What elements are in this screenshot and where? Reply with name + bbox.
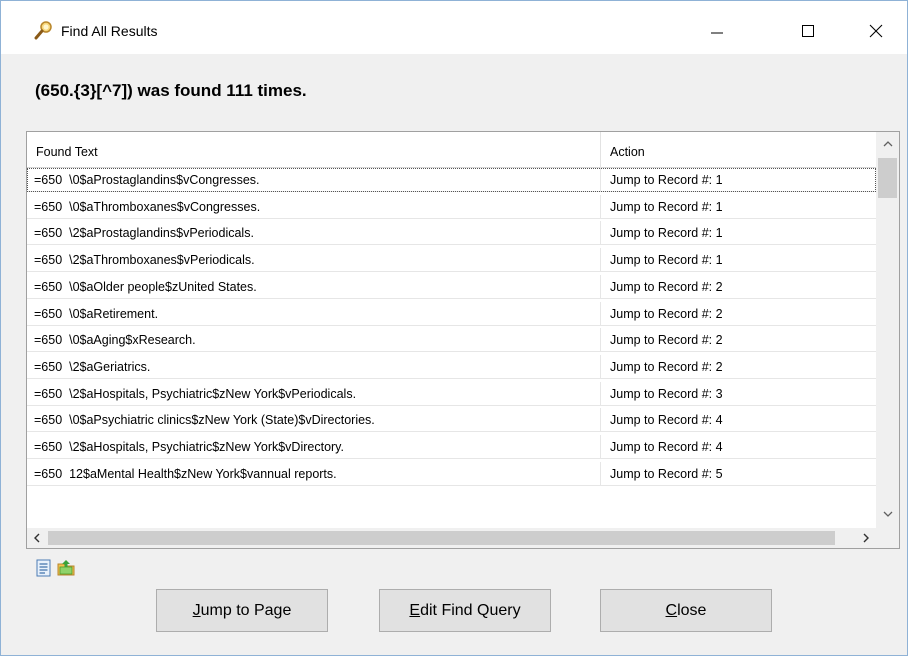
grid-rows: =650 \0$aProstaglandins$vCongresses. Jum… (27, 168, 876, 528)
table-row[interactable]: =650 \2$aThromboxanes$vPeriodicals. Jump… (27, 248, 876, 273)
table-row[interactable]: =650 \0$aRetirement. Jump to Record #: 2 (27, 301, 876, 326)
table-row[interactable]: =650 \2$aHospitals, Psychiatric$zNew Yor… (27, 435, 876, 459)
table-row[interactable]: =650 \0$aThromboxanes$vCongresses. Jump … (27, 194, 876, 219)
found-text-cell: =650 \2$aHospitals, Psychiatric$zNew Yor… (34, 386, 357, 401)
scrollbar-corner (876, 528, 899, 548)
minimize-icon (711, 32, 723, 34)
chevron-down-icon (883, 511, 892, 517)
action-cell[interactable]: Jump to Record #: 2 (610, 360, 723, 374)
found-text-cell: =650 \0$aPsychiatric clinics$zNew York (… (34, 413, 375, 428)
grid-header: Found Text Action (27, 132, 876, 168)
found-text-cell: =650 12$aMental Health$zNew York$vannual… (34, 466, 337, 481)
result-summary: (650.{3}[^7]) was found 111 times. (35, 81, 307, 100)
action-cell[interactable]: Jump to Record #: 2 (610, 307, 723, 321)
edit-find-query-button[interactable]: Edit Find Query (379, 589, 551, 632)
horizontal-scroll-thumb[interactable] (48, 531, 835, 545)
accelerator-key: C (665, 601, 678, 619)
table-row[interactable]: =650 \2$aHospitals, Psychiatric$zNew Yor… (27, 381, 876, 406)
action-cell[interactable]: Jump to Record #: 1 (610, 173, 723, 187)
title-bar[interactable]: Find All Results (1, 1, 907, 54)
scroll-right-button[interactable] (856, 528, 876, 548)
column-header-found-text[interactable]: Found Text (36, 145, 98, 159)
found-text-cell: =650 \0$aOlder people$zUnited States. (34, 279, 257, 294)
table-row[interactable]: =650 \0$aOlder people$zUnited States. Ju… (27, 274, 876, 299)
found-text-cell: =650 \2$aGeriatrics. (34, 359, 151, 374)
action-cell[interactable]: Jump to Record #: 2 (610, 280, 723, 294)
table-row[interactable]: =650 \2$aProstaglandins$vPeriodicals. Ju… (27, 221, 876, 246)
close-icon (869, 24, 883, 38)
found-text-cell: =650 \2$aProstaglandins$vPeriodicals. (34, 226, 254, 241)
table-row[interactable]: =650 \2$aGeriatrics. Jump to Record #: 2 (27, 354, 876, 379)
action-cell[interactable]: Jump to Record #: 2 (610, 333, 723, 347)
found-text-cell: =650 \2$aThromboxanes$vPeriodicals. (34, 253, 255, 268)
window-title: Find All Results (61, 23, 158, 39)
chevron-right-icon (863, 533, 869, 543)
found-text-cell: =650 \0$aThromboxanes$vCongresses. (34, 199, 261, 214)
action-cell[interactable]: Jump to Record #: 5 (610, 467, 723, 481)
minimize-button[interactable] (694, 9, 740, 53)
found-text-cell: =650 \2$aHospitals, Psychiatric$zNew Yor… (34, 440, 344, 454)
accelerator-key: E (409, 601, 421, 619)
export-icon[interactable] (56, 558, 76, 578)
found-text-cell: =650 \0$aRetirement. (34, 306, 159, 321)
action-cell[interactable]: Jump to Record #: 3 (610, 387, 723, 401)
scroll-left-button[interactable] (27, 528, 47, 548)
table-row[interactable]: =650 \0$aPsychiatric clinics$zNew York (… (27, 408, 876, 433)
report-icon[interactable] (34, 558, 54, 578)
action-cell[interactable]: Jump to Record #: 1 (610, 226, 723, 240)
chevron-up-icon (883, 141, 892, 147)
chevron-left-icon (34, 533, 40, 543)
close-window-button[interactable] (853, 9, 899, 53)
jump-to-page-button[interactable]: Jump to Page (156, 589, 328, 632)
found-text-cell: =650 \0$aAging$xResearch. (34, 333, 196, 348)
close-button[interactable]: Close (600, 589, 772, 632)
vertical-scrollbar[interactable] (876, 132, 899, 528)
maximize-button[interactable] (785, 9, 831, 53)
action-cell[interactable]: Jump to Record #: 4 (610, 440, 723, 454)
table-row[interactable]: =650 \0$aAging$xResearch. Jump to Record… (27, 328, 876, 353)
horizontal-scrollbar[interactable] (27, 528, 876, 548)
results-grid[interactable]: Found Text Action =650 \0$aProstaglandin… (26, 131, 900, 549)
table-row[interactable]: =650 12$aMental Health$zNew York$vannual… (27, 461, 876, 486)
action-cell[interactable]: Jump to Record #: 1 (610, 253, 723, 267)
action-cell[interactable]: Jump to Record #: 4 (610, 413, 723, 427)
accelerator-key: J (192, 601, 201, 619)
maximize-icon (802, 25, 814, 37)
magnifier-icon (34, 20, 54, 40)
column-header-action[interactable]: Action (610, 145, 645, 159)
column-divider[interactable] (600, 132, 601, 168)
vertical-scroll-thumb[interactable] (878, 158, 897, 198)
action-cell[interactable]: Jump to Record #: 1 (610, 200, 723, 214)
found-text-cell: =650 \0$aProstaglandins$vCongresses. (34, 173, 260, 187)
table-row[interactable]: =650 \0$aProstaglandins$vCongresses. Jum… (27, 168, 876, 192)
scroll-up-button[interactable] (876, 132, 899, 156)
scroll-down-button[interactable] (876, 502, 899, 526)
find-all-results-window: Find All Results (650.{3}[^7]) was found… (0, 0, 908, 656)
